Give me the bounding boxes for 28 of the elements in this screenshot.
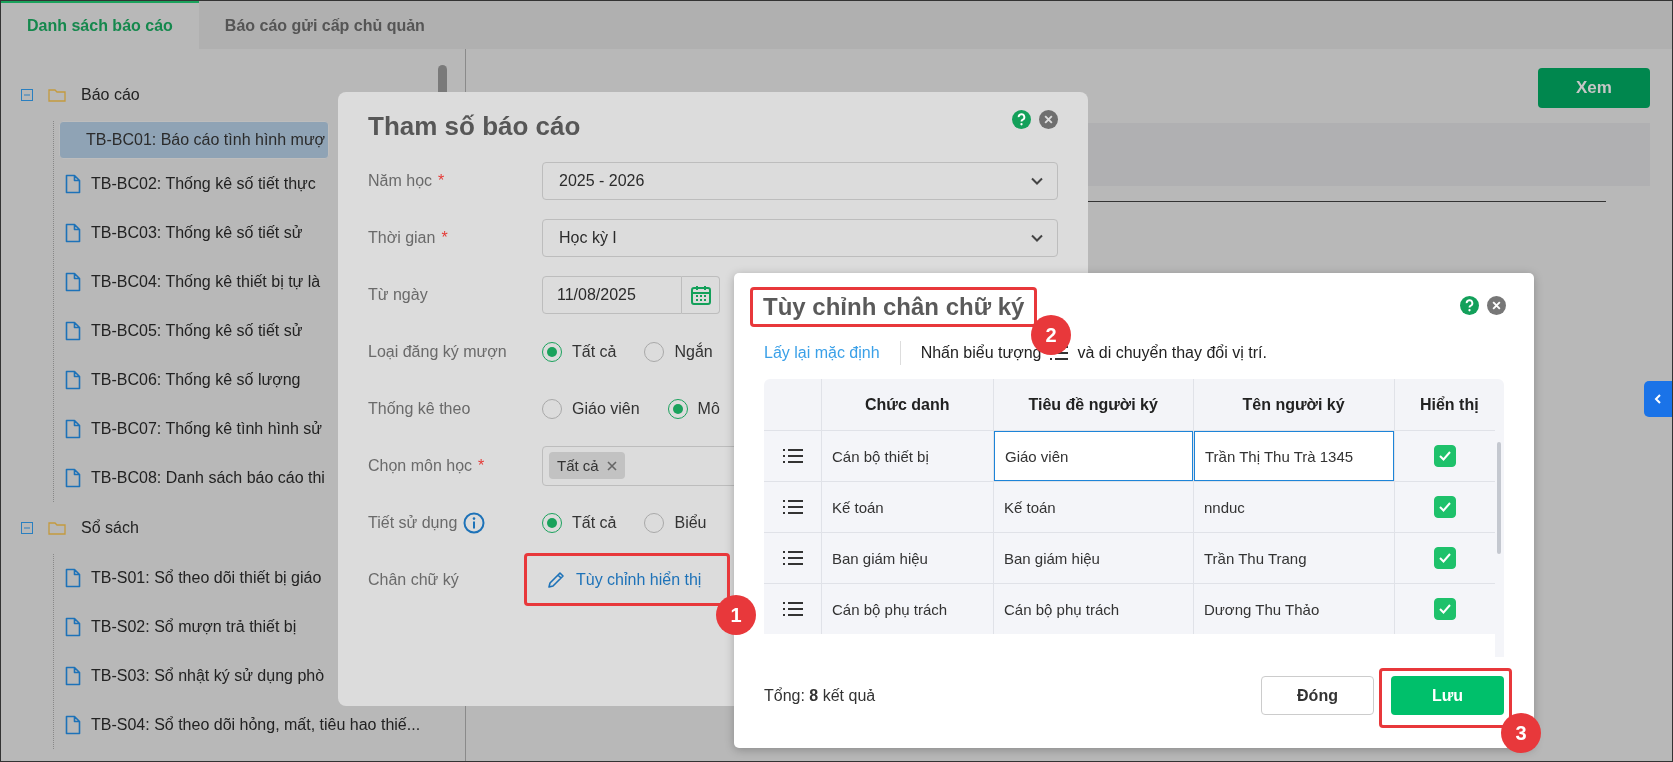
required-mark: * [478, 456, 485, 475]
field-label: Từ ngày [368, 285, 428, 304]
table-cell: Dương Thu Thảo [1204, 600, 1320, 618]
table-cell: Cán bộ phụ trách [832, 600, 948, 618]
result-count: Tổng: 8 kết quả [764, 686, 876, 705]
field-label: Năm học [368, 171, 433, 190]
table-cell: Ban giám hiệu [832, 549, 928, 567]
required-mark: * [441, 228, 448, 247]
required-mark: * [438, 171, 445, 190]
tag: Tất cả [549, 452, 625, 479]
table-cell: Cán bộ phụ trách [1004, 600, 1120, 618]
table-cell: nnduc [1204, 498, 1245, 516]
dialog-title: Tham số báo cáo [368, 110, 581, 142]
hint-text: và di chuyển thay đổi vị trí. [1077, 344, 1267, 362]
dialog-title: Tùy chỉnh chân chữ ký [763, 293, 1025, 320]
field-label: Chọn môn học [368, 456, 473, 475]
field-label: Loại đăng ký mượn [368, 342, 507, 361]
table-cell: Cán bộ thiết bị [832, 447, 929, 465]
table-cell: Ban giám hiệu [1004, 549, 1100, 567]
field-label: Tiết sử dụng [368, 513, 458, 532]
field-label: Chân chữ ký [368, 570, 459, 589]
step-badge: 3 [1501, 713, 1541, 753]
field-label: Thời gian [368, 228, 436, 247]
table-cell: Kế toán [1004, 498, 1056, 516]
hint-text: Nhấn biểu tượng [920, 344, 1042, 362]
field-label: Thống kê theo [368, 399, 471, 418]
table-cell: Trần Thu Trang [1204, 549, 1307, 567]
table-cell: Kế toán [832, 498, 884, 516]
